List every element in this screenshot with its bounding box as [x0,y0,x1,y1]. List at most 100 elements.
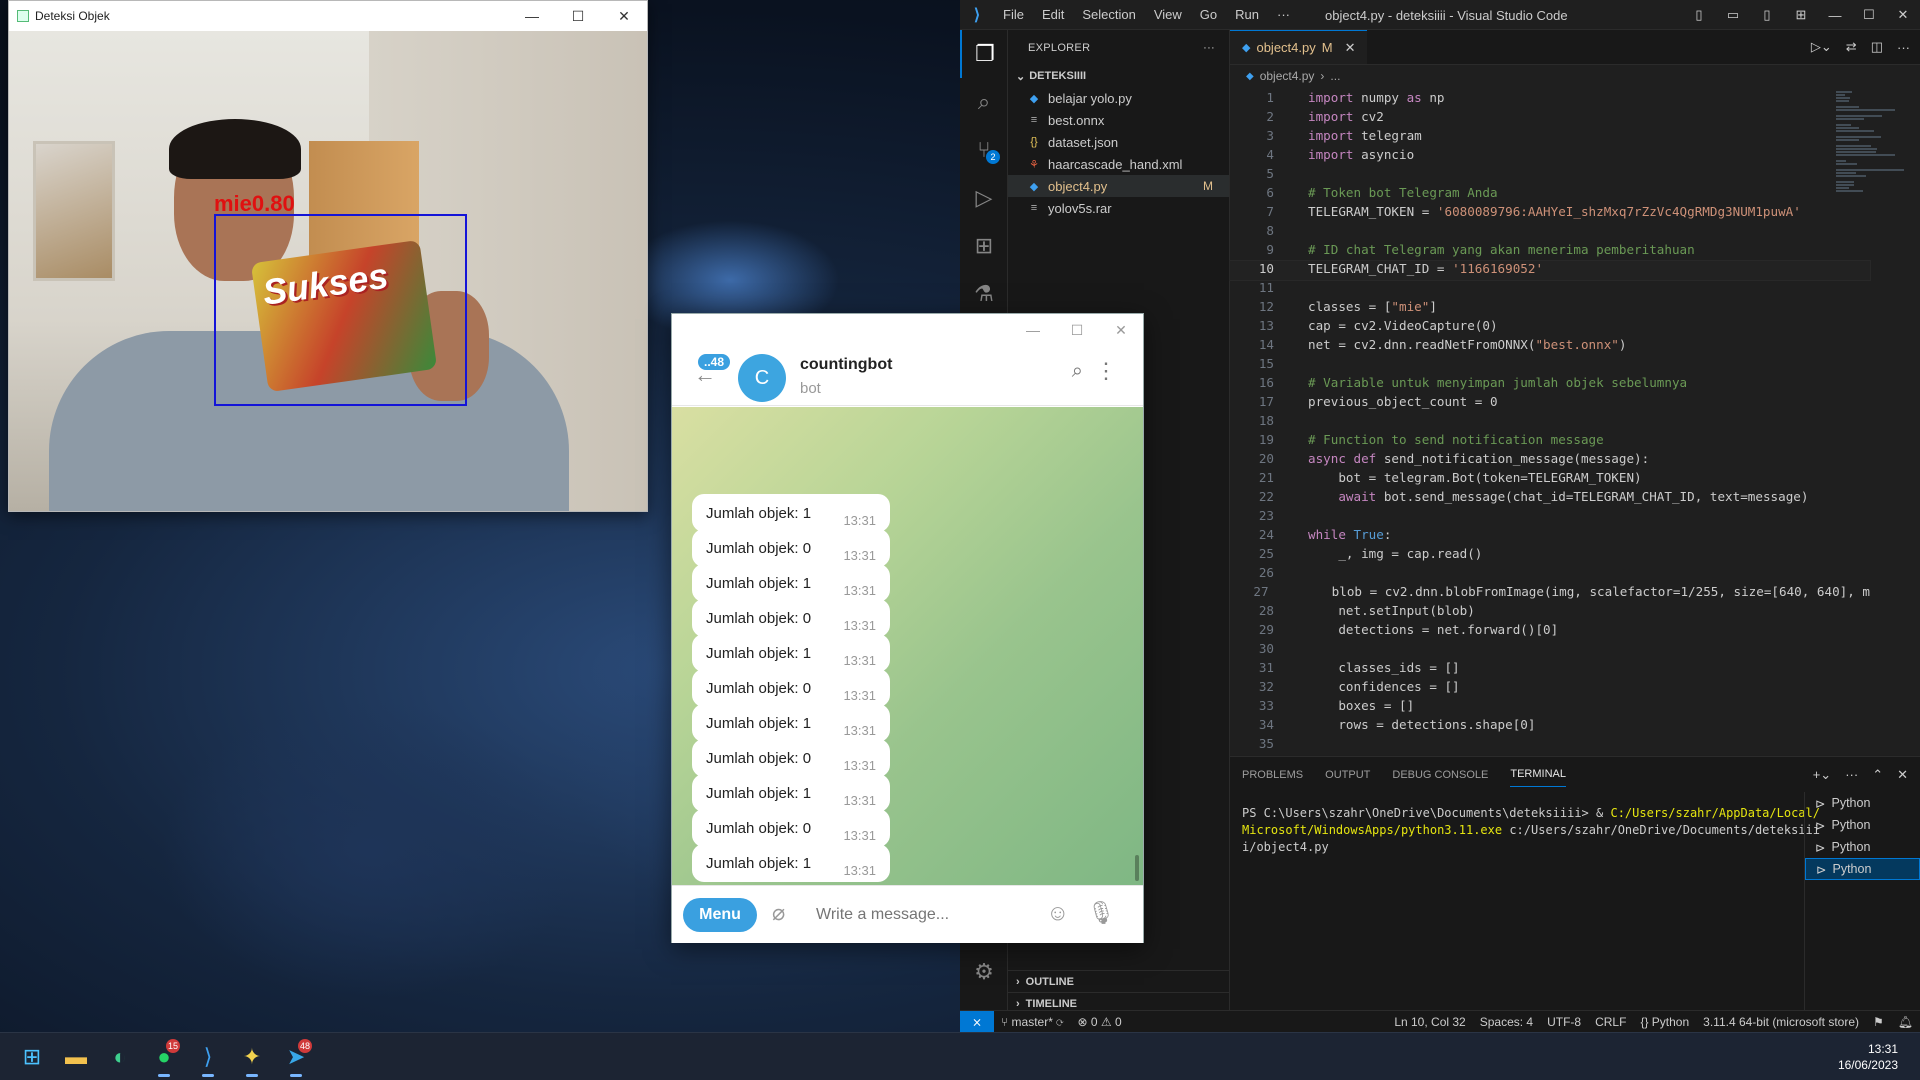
message-input[interactable] [816,898,1030,932]
menu-selection[interactable]: Selection [1073,7,1144,22]
menu-edit[interactable]: Edit [1033,7,1073,22]
terminal-item[interactable]: ⊳ Python [1805,836,1920,858]
extensions-icon[interactable]: ⊞ [960,222,1008,270]
search-icon[interactable]: ⌕ [960,78,1008,126]
tab-problems[interactable]: PROBLEMS [1242,769,1303,781]
code-line[interactable]: 21 bot = telegram.Bot(token=TELEGRAM_TOK… [1230,470,1870,489]
message-bubble[interactable]: Jumlah objek: 0 13:31 [692,809,890,847]
language-mode[interactable]: {} Python [1633,1015,1696,1029]
terminal-output[interactable]: PS C:\Users\szahr\OneDrive\Documents\det… [1242,805,1822,856]
terminal-item[interactable]: ⊳ Python [1805,858,1920,880]
more-actions-icon[interactable]: ··· [1845,767,1858,783]
testing-icon[interactable]: ⚗ [960,270,1008,318]
python-icon[interactable]: ✦ [230,1037,274,1077]
problems-status[interactable]: ⊗ 0 ⚠ 0 [1070,1015,1128,1029]
terminal-item[interactable]: ⊳ Python [1805,792,1920,814]
close-icon[interactable]: ✕ [1345,40,1356,56]
message-bubble[interactable]: Jumlah objek: 1 13:31 [692,564,890,602]
camera-window[interactable]: Deteksi Objek — ☐ ✕ Sukses mie0.80 [8,0,648,512]
settings-gear-icon[interactable]: ⚙ [960,948,1008,996]
code-line[interactable]: 26 [1230,565,1870,584]
more-vertical-icon[interactable]: ⋮ [1095,358,1117,384]
code-line[interactable]: 5 [1230,166,1870,185]
menu-file[interactable]: File [994,7,1033,22]
code-line[interactable]: 29 detections = net.forward()[0] [1230,622,1870,641]
menu-more[interactable]: ··· [1268,7,1299,22]
file-item[interactable]: ≡ yolov5s.rar [1008,197,1229,219]
file-item[interactable]: ◆ belajar yolo.py [1008,87,1229,109]
code-line[interactable]: 25 _, img = cap.read() [1230,546,1870,565]
code-line[interactable]: 32 confidences = [] [1230,679,1870,698]
microphone-icon[interactable]: 🎙︎ [1087,900,1115,926]
code-line[interactable]: 3 import telegram [1230,128,1870,147]
code-line[interactable]: 20 async def send_notification_message(me… [1230,451,1870,470]
code-line[interactable]: 33 boxes = [] [1230,698,1870,717]
interpreter[interactable]: 3.11.4 64-bit (microsoft store) [1696,1015,1866,1029]
code-line[interactable]: 13 cap = cv2.VideoCapture(0) [1230,318,1870,337]
message-bubble[interactable]: Jumlah objek: 1 13:31 [692,704,890,742]
code-line[interactable]: 16 # Variable untuk menyimpan jumlah obje… [1230,375,1870,394]
message-bubble[interactable]: Jumlah objek: 0 13:31 [692,599,890,637]
emoji-icon[interactable]: ☺ [1047,900,1069,926]
code-line[interactable]: 14 net = cv2.dnn.readNetFromONNX("best.on… [1230,337,1870,356]
code-line[interactable]: 11 [1230,280,1870,299]
file-item[interactable]: ◆ object4.py M [1008,175,1229,197]
avatar[interactable]: C [738,354,786,402]
line-ending[interactable]: CRLF [1588,1015,1633,1029]
bot-menu-button[interactable]: Menu [683,898,757,932]
maximize-button[interactable]: ☐ [555,1,601,31]
whatsapp-icon[interactable]: ● 15 [142,1037,186,1077]
breadcrumb-symbol[interactable]: ... [1330,69,1340,83]
tab-terminal[interactable]: TERMINAL [1510,768,1566,787]
file-item[interactable]: ≡ best.onnx [1008,109,1229,131]
code-line[interactable]: 27 blob = cv2.dnn.blobFromImage(img, sca… [1230,584,1870,603]
menu-run[interactable]: Run [1226,7,1268,22]
toggle-panel-icon[interactable]: ▭ [1716,0,1750,30]
new-terminal-icon[interactable]: +⌄ [1813,767,1831,783]
message-bubble[interactable]: Jumlah objek: 1 13:31 [692,494,890,532]
explorer-icon[interactable]: ❐ [960,30,1008,78]
code-line[interactable]: 22 await bot.send_message(chat_id=TELEGR… [1230,489,1870,508]
minimize-button[interactable]: — [1011,314,1055,346]
code-line[interactable]: 9 # ID chat Telegram yang akan menerima p… [1230,242,1870,261]
maximize-panel-icon[interactable]: ⌃ [1872,767,1883,783]
menu-go[interactable]: Go [1191,7,1226,22]
code-line[interactable]: 18 [1230,413,1870,432]
minimize-button[interactable]: — [509,1,555,31]
code-line[interactable]: 6 # Token bot Telegram Anda [1230,185,1870,204]
indentation[interactable]: Spaces: 4 [1473,1015,1540,1029]
attach-icon[interactable]: ⌀ [772,900,785,926]
file-explorer-icon[interactable]: ▬ [54,1037,98,1077]
vscode-titlebar[interactable]: ⟩ File Edit Selection View Go Run ··· ob… [960,0,1920,30]
code-line[interactable]: 12 classes = ["mie"] [1230,299,1870,318]
code-line[interactable]: 2 import cv2 [1230,109,1870,128]
message-bubble[interactable]: Jumlah objek: 1 13:31 [692,844,890,882]
tab-debug-console[interactable]: DEBUG CONSOLE [1392,769,1488,781]
close-button[interactable]: ✕ [1099,314,1143,346]
telegram-icon[interactable]: ➤ 48 [274,1037,318,1077]
toggle-sidebar-icon[interactable]: ▯ [1682,0,1716,30]
code-line[interactable]: 23 [1230,508,1870,527]
tab-object4[interactable]: ◆ object4.py M ✕ [1230,30,1368,64]
file-item[interactable]: {} dataset.json [1008,131,1229,153]
message-bubble[interactable]: Jumlah objek: 0 13:31 [692,669,890,707]
code-line[interactable]: 30 [1230,641,1870,660]
breadcrumb-file[interactable]: object4.py [1260,69,1315,83]
customize-layout-icon[interactable]: ⊞ [1784,0,1818,30]
code-line[interactable]: 19 # Function to send notification messag… [1230,432,1870,451]
edge-icon[interactable]: ◐ [98,1037,142,1077]
close-button[interactable]: ✕ [1886,0,1920,30]
cursor-position[interactable]: Ln 10, Col 32 [1387,1015,1472,1029]
chat-history[interactable]: Jumlah objek: 1 13:31 Jumlah objek: 0 13:31… [672,407,1143,885]
code-line[interactable]: 4 import asyncio [1230,147,1870,166]
search-icon[interactable]: ⌕ [1072,360,1083,383]
code-editor[interactable]: 1 import numpy as np 2 import cv2 3 import te… [1229,90,1871,755]
code-line[interactable]: 1 import numpy as np [1230,90,1870,109]
run-debug-icon[interactable]: ▷ [960,174,1008,222]
code-line[interactable]: 7 TELEGRAM_TOKEN = '6080089796:AAHYeI_shz… [1230,204,1870,223]
menu-view[interactable]: View [1145,7,1191,22]
remote-icon[interactable]: ⨯ [960,1010,994,1033]
feedback-icon[interactable]: ⚑ [1866,1015,1891,1029]
message-bubble[interactable]: Jumlah objek: 1 13:31 [692,774,890,812]
code-line[interactable]: 15 [1230,356,1870,375]
